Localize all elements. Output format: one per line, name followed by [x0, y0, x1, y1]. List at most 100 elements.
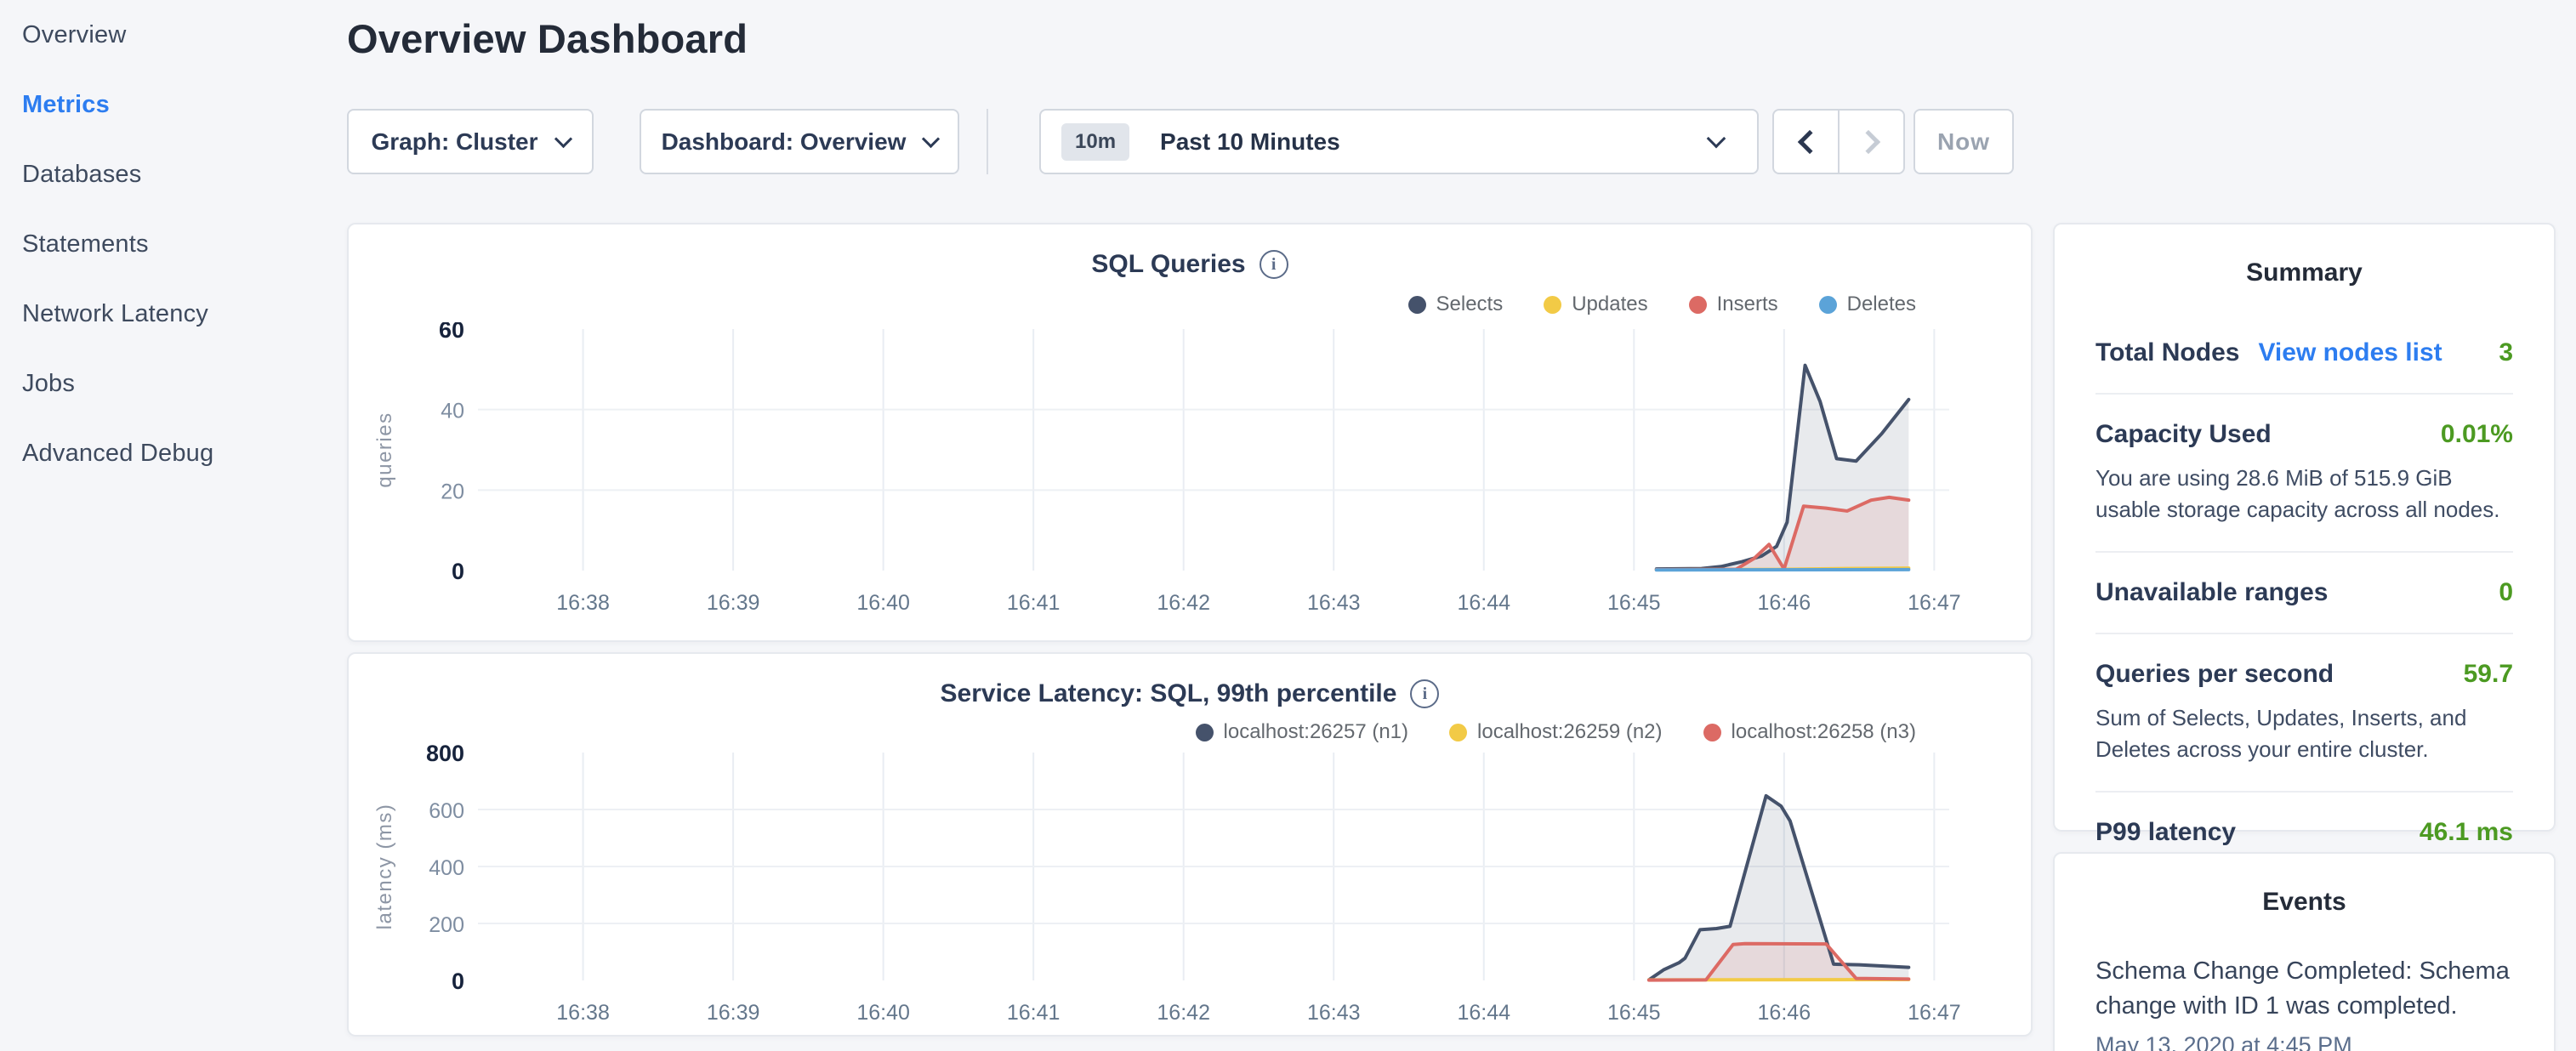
chevron-down-icon: [1707, 129, 1726, 149]
svg-text:16:47: 16:47: [1908, 1001, 1961, 1025]
dashboard-dropdown[interactable]: Dashboard: Overview: [640, 109, 959, 174]
capacity-used-value: 0.01%: [2441, 420, 2513, 449]
svg-text:16:41: 16:41: [1007, 1001, 1061, 1025]
svg-text:20: 20: [441, 480, 464, 503]
events-panel: Events Schema Change Completed: Schema c…: [2053, 852, 2556, 1051]
time-back-button[interactable]: [1772, 109, 1840, 174]
svg-text:800: 800: [426, 744, 464, 766]
unavailable-ranges-value: 0: [2499, 578, 2513, 607]
series-dot: [1196, 724, 1214, 741]
service-latency-chart-card: Service Latency: SQL, 99th percentile i …: [347, 652, 2033, 1037]
svg-text:16:39: 16:39: [707, 1001, 760, 1025]
svg-text:16:43: 16:43: [1307, 1001, 1361, 1025]
queries-per-second-value: 59.7: [2464, 660, 2513, 689]
sidebar-item-jobs[interactable]: Jobs: [22, 349, 328, 418]
svg-text:0: 0: [452, 969, 464, 994]
now-button[interactable]: Now: [1914, 109, 2014, 174]
sidebar-item-overview[interactable]: Overview: [22, 0, 328, 70]
queries-per-second-description: Sum of Selects, Updates, Inserts, and De…: [2095, 702, 2513, 765]
time-forward-button[interactable]: [1838, 109, 1905, 174]
series-dot: [1544, 296, 1561, 314]
summary-row-capacity-used: Capacity Used 0.01% You are using 28.6 M…: [2095, 393, 2513, 551]
time-range-badge: 10m: [1061, 123, 1129, 161]
svg-text:16:38: 16:38: [556, 591, 610, 615]
event-message: Schema Change Completed: Schema change w…: [2095, 954, 2513, 1024]
controls-bar: Graph: Cluster Dashboard: Overview 10m P…: [347, 109, 2048, 174]
sidebar-nav: Overview Metrics Databases Statements Ne…: [22, 0, 328, 488]
info-icon[interactable]: i: [1260, 250, 1288, 279]
chart-legend: localhost:26257 (n1) localhost:26259 (n2…: [1196, 720, 1916, 744]
legend-item: Updates: [1544, 293, 1647, 316]
svg-text:16:42: 16:42: [1157, 591, 1210, 615]
svg-text:0: 0: [452, 559, 464, 584]
legend-item: Selects: [1408, 293, 1504, 316]
summary-row-queries-per-second: Queries per second 59.7 Sum of Selects, …: [2095, 633, 2513, 791]
sidebar-item-advanced-debug[interactable]: Advanced Debug: [22, 418, 328, 488]
chevron-down-icon: [554, 129, 571, 147]
summary-panel: Summary Total Nodes View nodes list 3 Ca…: [2053, 223, 2556, 832]
summary-title: Summary: [2055, 224, 2554, 287]
time-range-dropdown[interactable]: 10m Past 10 Minutes: [1039, 109, 1759, 174]
svg-text:16:46: 16:46: [1758, 1001, 1811, 1025]
p99-latency-value: 46.1 ms: [2420, 818, 2513, 847]
svg-text:400: 400: [429, 856, 464, 880]
event-list-item[interactable]: Schema Change Completed: Schema change w…: [2055, 917, 2554, 1051]
svg-text:latency (ms): latency (ms): [373, 804, 396, 930]
dashboard-label: Dashboard: Overview: [662, 128, 907, 156]
svg-text:16:39: 16:39: [707, 591, 760, 615]
time-range-label: Past 10 Minutes: [1160, 128, 1691, 156]
svg-text:16:44: 16:44: [1457, 591, 1510, 615]
legend-item: Inserts: [1689, 293, 1778, 316]
service-latency-chart[interactable]: 16:3816:3916:4016:4116:4216:4316:4416:45…: [349, 744, 2034, 1046]
svg-text:16:47: 16:47: [1908, 591, 1961, 615]
chart-legend: Selects Updates Inserts Deletes: [1408, 293, 1917, 316]
svg-text:queries: queries: [373, 412, 396, 487]
svg-text:16:44: 16:44: [1457, 1001, 1510, 1025]
series-dot: [1703, 724, 1721, 741]
svg-text:40: 40: [441, 400, 464, 423]
sql-queries-chart[interactable]: 16:38 16:39 16:40 16:41 16:42 16:43 16:44 16:45…: [349, 322, 2034, 624]
summary-row-total-nodes: Total Nodes View nodes list 3: [2095, 313, 2513, 393]
chart-title: Service Latency: SQL, 99th percentile: [941, 679, 1397, 708]
total-nodes-value: 3: [2499, 338, 2513, 367]
sidebar-item-databases[interactable]: Databases: [22, 139, 328, 209]
divider: [987, 109, 988, 174]
page-title: Overview Dashboard: [347, 15, 748, 62]
svg-text:16:40: 16:40: [856, 591, 910, 615]
svg-text:600: 600: [429, 799, 464, 823]
time-step-buttons: [1772, 109, 1905, 174]
svg-text:60: 60: [439, 322, 464, 343]
svg-text:16:43: 16:43: [1307, 591, 1361, 615]
chevron-left-icon: [1797, 129, 1821, 153]
legend-item: localhost:26257 (n1): [1196, 720, 1408, 744]
sql-queries-chart-card: SQL Queries i Selects Updates Inserts De…: [347, 223, 2033, 642]
legend-item: localhost:26259 (n2): [1449, 720, 1662, 744]
series-dot: [1449, 724, 1467, 741]
chevron-down-icon: [922, 129, 940, 147]
capacity-used-description: You are using 28.6 MiB of 515.9 GiB usab…: [2095, 463, 2513, 526]
chevron-right-icon: [1856, 129, 1879, 153]
legend-item: localhost:26258 (n3): [1703, 720, 1916, 744]
series-dot: [1689, 296, 1707, 314]
sidebar-item-metrics[interactable]: Metrics: [22, 70, 328, 139]
svg-text:16:41: 16:41: [1007, 591, 1061, 615]
series-dot: [1408, 296, 1426, 314]
events-title: Events: [2055, 854, 2554, 917]
svg-text:16:38: 16:38: [556, 1001, 610, 1025]
svg-text:16:46: 16:46: [1758, 591, 1811, 615]
svg-text:16:40: 16:40: [856, 1001, 910, 1025]
metrics-page: Overview Metrics Databases Statements Ne…: [0, 0, 2576, 1051]
svg-text:16:42: 16:42: [1157, 1001, 1210, 1025]
graph-scope-dropdown[interactable]: Graph: Cluster: [347, 109, 594, 174]
event-timestamp: May 13, 2020 at 4:45 PM: [2095, 1032, 2513, 1051]
svg-text:16:45: 16:45: [1607, 591, 1661, 615]
info-icon[interactable]: i: [1410, 679, 1439, 708]
sidebar-item-network-latency[interactable]: Network Latency: [22, 279, 328, 349]
view-nodes-list-link[interactable]: View nodes list: [2258, 338, 2442, 367]
graph-scope-label: Graph: Cluster: [371, 128, 537, 156]
svg-text:200: 200: [429, 913, 464, 937]
series-dot: [1819, 296, 1837, 314]
chart-title: SQL Queries: [1091, 250, 1245, 279]
sidebar-item-statements[interactable]: Statements: [22, 209, 328, 279]
summary-row-unavailable-ranges: Unavailable ranges 0: [2095, 551, 2513, 633]
